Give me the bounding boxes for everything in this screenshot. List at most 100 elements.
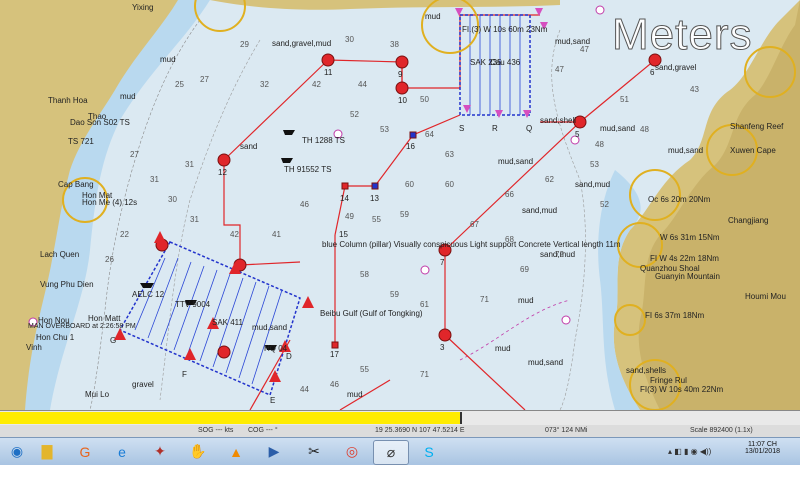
waypoint-label: 17 [330, 350, 339, 359]
seabed-label: mud [120, 92, 136, 101]
light-label: W 6s 31m 15Nm [660, 233, 720, 242]
tray-icons[interactable]: ▴ ◧ ▮ ◉ ◀)) [668, 447, 711, 456]
handshake-icon[interactable]: ✋ [181, 440, 215, 463]
waypoint-label: 9 [398, 70, 403, 79]
route-progress-fill [0, 412, 462, 424]
target-label: SAK 411 [212, 318, 243, 327]
status-bar: SOG --- kts COG --- ° 19 25.3690 N 107 4… [0, 425, 800, 437]
place-label: Xuwen Cape [730, 146, 776, 155]
waypoint-label: 12 [218, 168, 227, 177]
place-label: Hon Matt [88, 314, 121, 323]
target-label: AELC 12 [132, 290, 165, 299]
opencpn-icon[interactable]: ⌀ [373, 440, 409, 465]
man-overboard-label[interactable]: MAN OVERBOARD at 2:26:58 PM [28, 323, 136, 330]
nautical-chart[interactable]: Meters Yixing Thanh Hoa Thao Dao Son S02… [0, 0, 800, 410]
place-label: Hon Chu 1 [36, 333, 75, 342]
seabed-label: sand,gravel,mud [272, 39, 332, 48]
place-label: Lach Quen [40, 250, 80, 259]
seabed-label: mud [160, 55, 176, 64]
waypoint-label: 15 [339, 230, 348, 239]
seabed-label: sand,shell [540, 116, 577, 125]
waypoint-label: 16 [406, 142, 415, 151]
vlc-icon[interactable]: ▲ [219, 440, 253, 463]
sog-readout: SOG --- kts [198, 427, 234, 434]
foxit-icon[interactable]: G [68, 440, 102, 463]
clock-date: 13/01/2018 [744, 448, 780, 455]
place-label: Fringe Rul [650, 376, 687, 385]
clapper-icon[interactable]: ✂ [297, 440, 331, 463]
waypoint-label: Q [526, 124, 533, 133]
system-clock[interactable]: 11:07 CH 13/01/2018 [745, 441, 780, 455]
seabed-label: sand [240, 142, 258, 151]
waypoint-label: 11 [324, 68, 333, 77]
waypoint-label: S [459, 124, 465, 133]
cursor-position-readout: 19 25.3690 N 107 47.5214 E [375, 427, 465, 434]
seabed-label: mud [425, 12, 441, 21]
place-label: Vinh [26, 343, 42, 352]
waypoint-label: 3 [440, 343, 445, 352]
place-label: Houmi Mou [745, 292, 786, 301]
waypoint-label: 10 [398, 96, 407, 105]
target-label: TH 1288 TS [302, 136, 345, 145]
place-label: Mui Lo [85, 390, 110, 399]
place-label: gravel [132, 380, 154, 389]
light-label: FI 6s 37m 18Nm [645, 311, 705, 320]
feature-info-label: blue Column (pillar) Visually conspicuou… [322, 240, 621, 249]
seabed-label: mud,sand [668, 146, 704, 155]
seabed-label: mud,sand [600, 124, 636, 133]
waypoint-label: 13 [370, 194, 379, 203]
waypoint-label: 6 [650, 68, 655, 77]
waypoint-label: 14 [340, 194, 349, 203]
page-margin [0, 465, 800, 500]
waypoint-label: F [182, 370, 187, 379]
clock-time: 11:07 CH [747, 441, 777, 448]
target-label: TTV 9004 [175, 300, 211, 309]
seabed-label: mud [347, 390, 363, 399]
place-label: TS 721 [68, 137, 94, 146]
sea-name-label: Beibu Gulf (Gulf of Tongking) [320, 309, 423, 318]
place-label: Dao Son S02 TS [70, 118, 130, 127]
light-label: Oc 6s 20m 20Nm [648, 195, 711, 204]
place-label: Vung Phu Dien [40, 280, 94, 289]
seabed-label: mud,sand [252, 323, 288, 332]
depth-unit-watermark: Meters [611, 10, 753, 60]
waypoint-label: D [286, 352, 292, 361]
scale-readout: Scale 892400 (1.1x) [690, 427, 753, 434]
target-label: SAK 235 [470, 58, 502, 67]
seabed-label: mud,sand [498, 157, 534, 166]
place-label: Quanzhou Shoal [640, 264, 700, 273]
start-orb-icon[interactable]: ◉ [0, 440, 34, 463]
light-label: FI.(3) W 10s 60m 23Nm [462, 25, 548, 34]
seabed-label: mud [495, 344, 511, 353]
place-label: Thanh Hoa [48, 96, 88, 105]
light-label: FI W 4s 22m 18Nm [650, 254, 719, 263]
media-icon[interactable]: ▶ [257, 440, 291, 463]
route-progress-bar [0, 410, 800, 426]
skype-icon[interactable]: S [412, 440, 446, 463]
target-label: TH 91552 TS [284, 165, 332, 174]
windows-taskbar: ◉ ▇ Ge ✦ ✋ ▲ ▶ ✂ ◎ ⌀ S ▴ ◧ ▮ ◉ ◀)) 11:07 CH 13/01/… [0, 437, 800, 465]
cog-readout: COG --- ° [248, 427, 278, 434]
bearing-distance-readout: 073° 124 NMi [545, 427, 588, 434]
waypoint-label: G [110, 336, 117, 345]
seabed-label: sand,shells [626, 366, 667, 375]
seabed-label: mud [518, 296, 534, 305]
seabed-label: sand,mud [522, 206, 558, 215]
utility-icon[interactable]: ✦ [143, 440, 177, 463]
place-label: Cap Bang [58, 180, 94, 189]
waypoint-label: 7 [440, 258, 445, 267]
target-label: HQ 04 [264, 344, 288, 353]
folder-icon[interactable]: ▇ [30, 440, 64, 463]
place-label: Changjiang [728, 216, 769, 225]
seabed-label: sand,mud [575, 180, 611, 189]
ie-icon[interactable]: e [105, 440, 139, 463]
chrome-icon[interactable]: ◎ [335, 440, 369, 463]
place-label: Yixing [132, 3, 154, 12]
seabed-label: mud,sand [528, 358, 564, 367]
place-label: Guanyin Mountain [655, 272, 720, 281]
waypoint-label: 5 [575, 130, 580, 139]
waypoint-label: R [492, 124, 498, 133]
place-label: Shanfeng Reef [730, 122, 784, 131]
place-label: Hon Me (4) 12s [82, 198, 138, 207]
light-label: FI(3) W 10s 40m 22Nm [640, 385, 724, 394]
